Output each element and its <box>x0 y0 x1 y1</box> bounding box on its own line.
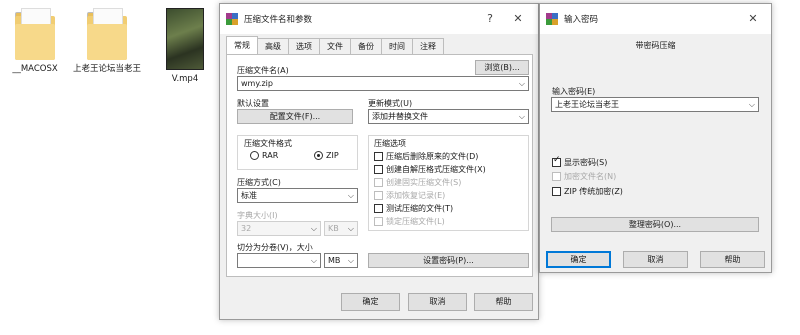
test-files-checkbox[interactable]: 测试压缩的文件(T) <box>374 203 453 214</box>
password-dialog: 输入密码 ✕ 带密码压缩 输入密码(E) 上老王论坛当老王 ⌵ ✓ 显示密码(S… <box>539 3 772 273</box>
archive-dialog-titlebar[interactable]: 压缩文件名和参数 ? ✕ <box>220 4 538 34</box>
chevron-down-icon: ⌵ <box>347 191 354 200</box>
tab-general[interactable]: 常规 <box>226 36 258 54</box>
update-mode-label: 更新模式(U) <box>368 99 413 108</box>
archive-format-group: 压缩文件格式 RAR ZIP <box>237 135 358 170</box>
sfx-checkbox[interactable]: 创建自解压格式压缩文件(X) <box>374 164 486 175</box>
dict-unit-select[interactable]: KB ⌵ <box>324 221 358 236</box>
winrar-icon <box>226 13 238 25</box>
winrar-icon <box>546 13 558 25</box>
format-zip-radio[interactable]: ZIP <box>314 151 339 160</box>
file-name: __MACOSX <box>12 64 58 74</box>
checkbox-icon <box>374 217 383 226</box>
archive-dialog-title: 压缩文件名和参数 <box>244 15 313 25</box>
encrypt-filenames-checkbox[interactable]: 加密文件名(N) <box>552 171 616 182</box>
password-dialog-title: 输入密码 <box>564 15 599 25</box>
chevron-down-icon: ⌵ <box>518 112 525 121</box>
archive-options-group: 压缩选项 压缩后删除原来的文件(D) 创建自解压格式压缩文件(X) 创建固实压缩… <box>368 135 529 231</box>
method-label: 压缩方式(C) <box>237 178 281 187</box>
set-password-button[interactable]: 设置密码(P)... <box>368 253 529 268</box>
ok-button[interactable]: 确定 <box>546 251 611 268</box>
help-button[interactable]: 帮助 <box>474 293 533 311</box>
enter-password-label: 输入密码(E) <box>552 87 596 96</box>
desktop-file-macosx[interactable]: __MACOSX <box>0 8 70 75</box>
cancel-button[interactable]: 取消 <box>408 293 467 311</box>
checkbox-icon <box>374 165 383 174</box>
zip-legacy-encryption-checkbox[interactable]: ZIP 传统加密(Z) <box>552 186 623 197</box>
desktop-file-video[interactable]: V.mp4 <box>150 8 220 85</box>
tab-advanced[interactable]: 高级 <box>257 38 289 54</box>
format-rar-radio[interactable]: RAR <box>250 151 278 160</box>
method-select[interactable]: 标准 ⌵ <box>237 188 358 203</box>
archive-tabs: 常规 高级 选项 文件 备份 时间 注释 <box>226 36 444 54</box>
help-button[interactable]: 帮助 <box>700 251 765 268</box>
organize-passwords-button[interactable]: 整理密码(O)... <box>551 217 759 232</box>
tab-backup[interactable]: 备份 <box>350 38 382 54</box>
archive-format-label: 压缩文件格式 <box>244 139 292 148</box>
update-mode-select[interactable]: 添加并替换文件 ⌵ <box>368 109 529 124</box>
split-volumes-label: 切分为分卷(V)，大小 <box>237 243 313 252</box>
dict-size-select[interactable]: 32 ⌵ <box>237 221 321 236</box>
chevron-down-icon[interactable]: ⌵ <box>749 98 755 111</box>
help-icon[interactable]: ? <box>476 4 504 34</box>
chevron-down-icon: ⌵ <box>347 256 354 265</box>
cancel-button[interactable]: 取消 <box>623 251 688 268</box>
password-dialog-titlebar[interactable]: 输入密码 ✕ <box>540 4 771 34</box>
browse-button[interactable]: 浏览(B)... <box>475 60 529 75</box>
file-name: 上老王论坛当老王 <box>72 64 141 74</box>
chevron-down-icon: ⌵ <box>310 256 317 265</box>
lock-archive-checkbox[interactable]: 锁定压缩文件(L) <box>374 216 445 227</box>
tab-comment[interactable]: 注释 <box>412 38 444 54</box>
desktop-file-folder[interactable]: 上老王论坛当老王 <box>72 8 142 75</box>
archive-settings-dialog: 压缩文件名和参数 ? ✕ 常规 高级 选项 文件 备份 时间 注释 浏览(B).… <box>219 3 539 320</box>
ok-button[interactable]: 确定 <box>341 293 400 311</box>
solid-checkbox[interactable]: 创建固实压缩文件(S) <box>374 177 461 188</box>
split-size-input[interactable]: ⌵ <box>237 253 321 268</box>
password-input[interactable]: 上老王论坛当老王 ⌵ <box>551 97 759 112</box>
checkbox-icon <box>552 187 561 196</box>
checkbox-icon <box>552 172 561 181</box>
close-icon[interactable]: ✕ <box>739 4 767 34</box>
video-thumbnail-icon <box>166 8 204 70</box>
tab-files[interactable]: 文件 <box>319 38 351 54</box>
folder-icon <box>15 8 55 60</box>
close-icon[interactable]: ✕ <box>504 4 532 34</box>
archive-name-label: 压缩文件名(A) <box>237 66 289 75</box>
delete-after-checkbox[interactable]: 压缩后删除原来的文件(D) <box>374 151 478 162</box>
tab-options[interactable]: 选项 <box>288 38 320 54</box>
dict-size-label: 字典大小(I) <box>237 211 278 220</box>
folder-icon <box>87 8 127 60</box>
split-unit-select[interactable]: MB ⌵ <box>324 253 358 268</box>
desktop: __MACOSX 上老王论坛当老王 V.mp4 压缩文件名和参数 ? ✕ 常规 … <box>0 0 800 335</box>
default-settings-label: 默认设置 <box>237 99 269 108</box>
archive-options-label: 压缩选项 <box>374 139 406 148</box>
checkbox-icon <box>374 178 383 187</box>
archive-name-input[interactable]: wmy.zip ⌵ <box>237 76 529 91</box>
chevron-down-icon: ⌵ <box>347 224 354 233</box>
recovery-record-checkbox[interactable]: 添加恢复记录(E) <box>374 190 445 201</box>
checkbox-icon <box>374 191 383 200</box>
checkbox-icon <box>374 152 383 161</box>
checkbox-checked-icon: ✓ <box>552 155 561 167</box>
profiles-button[interactable]: 配置文件(F)... <box>237 109 353 124</box>
tab-time[interactable]: 时间 <box>381 38 413 54</box>
radio-selected-icon <box>314 151 323 160</box>
password-heading: 带密码压缩 <box>635 41 676 50</box>
file-name: V.mp4 <box>171 74 199 84</box>
chevron-down-icon[interactable]: ⌵ <box>519 77 525 90</box>
show-password-checkbox[interactable]: ✓ 显示密码(S) <box>552 155 607 168</box>
radio-icon <box>250 151 259 160</box>
chevron-down-icon: ⌵ <box>310 224 317 233</box>
general-panel: 浏览(B)... 压缩文件名(A) wmy.zip ⌵ 默认设置 配置文件(F)… <box>226 54 533 277</box>
checkbox-icon <box>374 204 383 213</box>
